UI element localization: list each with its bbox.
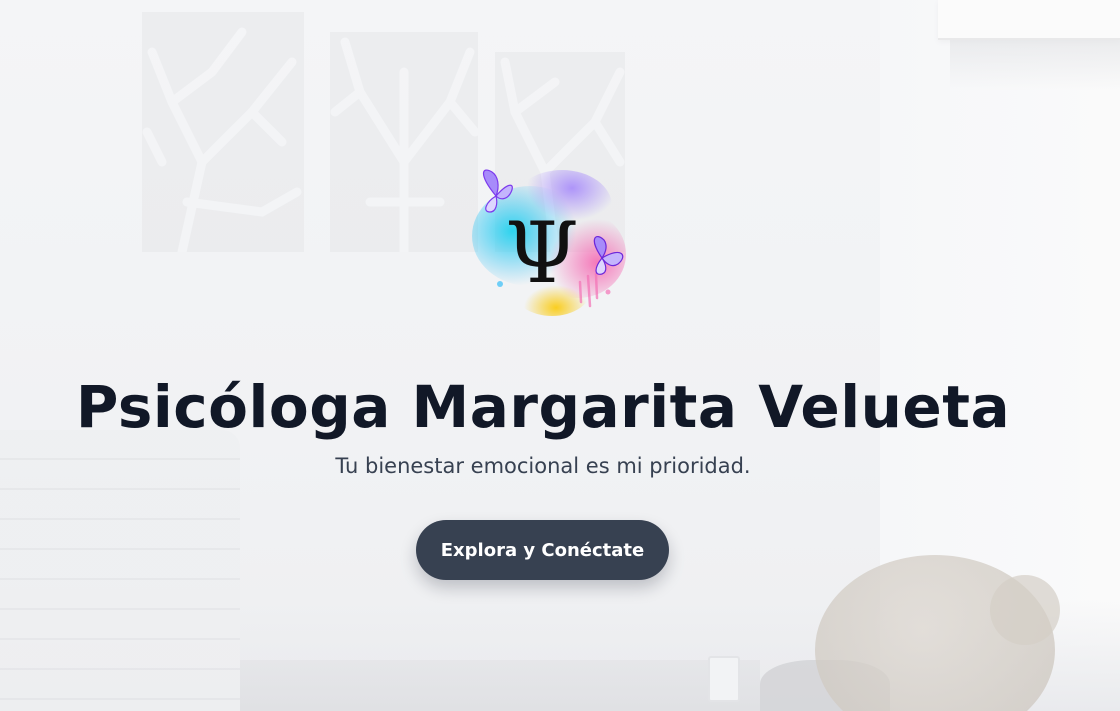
background-outlet (708, 656, 740, 702)
background-wall (880, 0, 1120, 711)
explore-connect-button[interactable]: Explora y Conéctate (416, 520, 669, 580)
background-desk (240, 660, 760, 711)
svg-text:Ψ: Ψ (505, 204, 579, 302)
page-title: Psicóloga Margarita Velueta (75, 373, 1011, 441)
page-subtitle: Tu bienestar emocional es mi prioridad. (335, 454, 751, 478)
hero-section: Ψ Psicóloga Margarita Velueta Tu bienest… (0, 0, 1120, 711)
background-tree-panel-center (330, 32, 478, 252)
background-air-conditioner (938, 0, 1120, 40)
psi-logo-icon: Ψ (470, 166, 634, 318)
background-teddy-bear-ear (990, 575, 1060, 645)
background-shadow (950, 40, 1120, 90)
background-floor (0, 600, 1120, 711)
background-plush (760, 660, 890, 711)
background-tree-panel-left (142, 12, 304, 252)
background-teddy-bear (815, 555, 1055, 711)
